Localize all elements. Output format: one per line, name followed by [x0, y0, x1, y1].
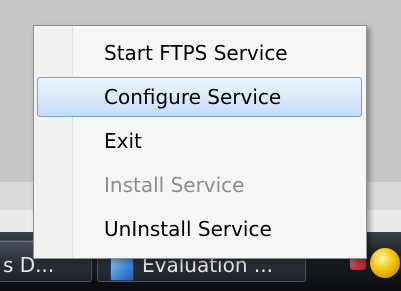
context-menu: Start FTPS Service Configure Service Exi… — [33, 25, 367, 259]
menu-item-label: Configure Service — [104, 85, 282, 109]
menu-item-label: Exit — [104, 129, 142, 153]
menu-item-configure-service[interactable]: Configure Service — [34, 76, 366, 120]
menu-item-install-service: Install Service — [34, 164, 366, 208]
menu-item-uninstall-service[interactable]: UnInstall Service — [34, 208, 366, 252]
menu-item-exit[interactable]: Exit — [34, 120, 366, 164]
menu-item-label: Start FTPS Service — [104, 41, 288, 65]
status-orb-icon[interactable] — [370, 248, 400, 278]
menu-item-label: UnInstall Service — [104, 217, 272, 241]
menu-item-label: Install Service — [104, 173, 245, 197]
menu-item-start-ftps-service[interactable]: Start FTPS Service — [34, 32, 366, 76]
